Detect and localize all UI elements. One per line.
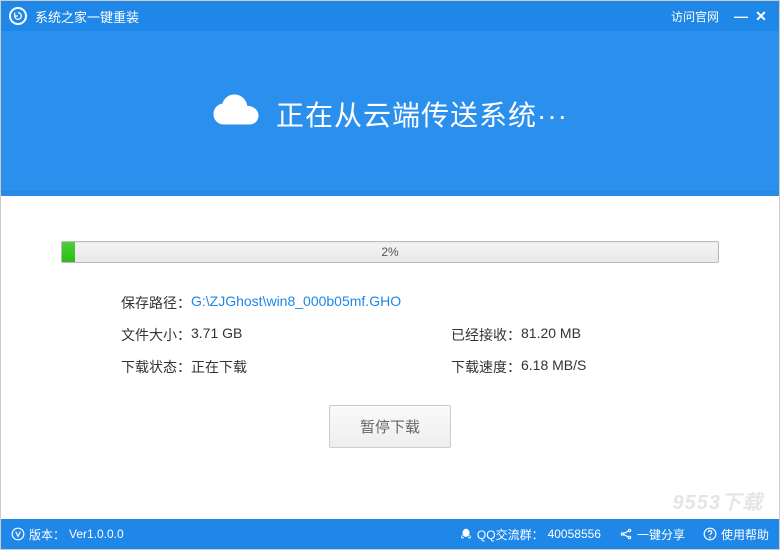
- footer-bar: 版本： Ver1.0.0.0 QQ交流群： 40058556 一键分享 使用帮助: [1, 519, 779, 549]
- watermark-text: 9553下载: [673, 486, 764, 515]
- minimize-button[interactable]: —: [731, 8, 751, 24]
- qq-icon: [459, 527, 473, 541]
- help-icon: [703, 527, 717, 541]
- download-progress-bar: 2%: [61, 241, 719, 263]
- download-status-label: 下载状态：: [121, 357, 191, 377]
- share-link[interactable]: 一键分享: [619, 526, 685, 543]
- save-path-value[interactable]: G:\ZJGhost\win8_000b05mf.GHO: [191, 293, 401, 313]
- share-icon: [619, 527, 633, 541]
- qq-value: 40058556: [548, 527, 601, 541]
- version-value: Ver1.0.0.0: [69, 527, 124, 541]
- download-speed-label: 下载速度：: [451, 357, 521, 377]
- qq-label: QQ交流群：: [477, 526, 544, 543]
- qq-group-link[interactable]: QQ交流群： 40058556: [459, 526, 601, 543]
- official-site-link[interactable]: 访问官网: [671, 8, 719, 25]
- version-info: 版本： Ver1.0.0.0: [11, 526, 124, 543]
- share-label: 一键分享: [637, 526, 685, 543]
- titlebar: 系统之家一键重装 访问官网 — ✕: [1, 1, 779, 31]
- received-label: 已经接收：: [451, 325, 521, 345]
- download-info: 保存路径： G:\ZJGhost\win8_000b05mf.GHO 文件大小：…: [61, 293, 719, 377]
- cloud-icon: [212, 93, 260, 134]
- received-value: 81.20 MB: [521, 325, 581, 345]
- version-label: 版本：: [29, 526, 65, 543]
- app-logo-icon: [9, 7, 27, 25]
- app-title: 系统之家一键重装: [35, 7, 139, 26]
- help-label: 使用帮助: [721, 526, 769, 543]
- pause-download-button[interactable]: 暂停下载: [329, 405, 451, 448]
- file-size-value: 3.71 GB: [191, 325, 242, 345]
- version-icon: [11, 527, 25, 541]
- close-button[interactable]: ✕: [751, 8, 771, 25]
- hero-status-text: 正在从云端传送系统···: [276, 94, 568, 134]
- help-link[interactable]: 使用帮助: [703, 526, 769, 543]
- download-status-value: 正在下载: [191, 357, 247, 377]
- hero-banner: 正在从云端传送系统···: [1, 31, 779, 196]
- progress-percent-text: 2%: [62, 242, 718, 262]
- save-path-label: 保存路径：: [121, 293, 191, 313]
- download-speed-value: 6.18 MB/S: [521, 357, 586, 377]
- file-size-label: 文件大小：: [121, 325, 191, 345]
